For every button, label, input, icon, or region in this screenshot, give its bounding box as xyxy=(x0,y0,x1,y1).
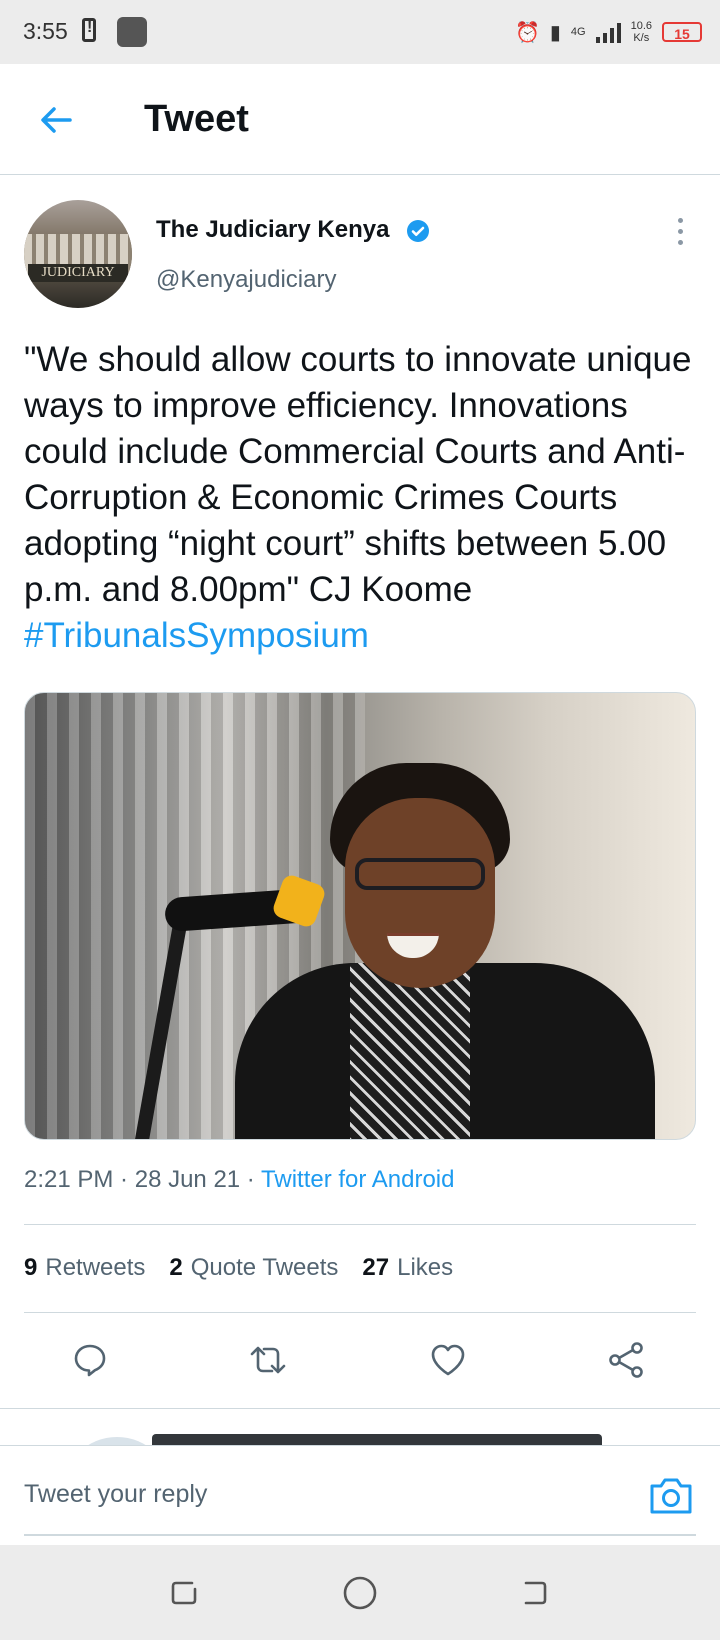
reply-input[interactable]: Tweet your reply xyxy=(24,1480,207,1509)
author-name[interactable]: The Judiciary Kenya xyxy=(156,216,389,244)
quotes-count: 2 xyxy=(169,1254,183,1281)
author-avatar[interactable]: JUDICIARY xyxy=(24,200,132,308)
tweet-meta: 2:21 PM · 28 Jun 21 · Twitter for Androi… xyxy=(24,1166,455,1193)
network-type: 4G xyxy=(570,26,586,38)
quotes-label: Quote Tweets xyxy=(190,1254,339,1281)
retweet-icon[interactable] xyxy=(248,1340,288,1380)
speed-unit: K/s xyxy=(633,32,650,44)
divider xyxy=(0,1408,720,1409)
likes-count: 27 xyxy=(362,1254,390,1281)
more-vertical-icon[interactable] xyxy=(670,218,690,248)
reply-underline xyxy=(24,1534,696,1536)
network-speed: 10.6 K/s xyxy=(631,20,652,44)
back-arrow-icon[interactable] xyxy=(36,100,76,140)
retweets-stat[interactable]: 9 Retweets xyxy=(24,1254,145,1282)
status-indicators: ⏰ ▮ 4G 10.6 K/s 15 xyxy=(515,14,702,50)
signal-icon xyxy=(595,21,621,43)
retweets-label: Retweets xyxy=(45,1254,146,1281)
divider xyxy=(24,1312,696,1313)
app-header: Tweet xyxy=(0,64,720,175)
status-bar: 3:55 ⏰ ▮ 4G 10.6K/s 15 xyxy=(0,0,720,64)
divider xyxy=(24,1224,696,1225)
status-time: 3:55 xyxy=(23,18,68,44)
author-handle[interactable]: @Kenyajudiciary xyxy=(156,266,336,294)
reply-icon[interactable] xyxy=(70,1340,110,1380)
tweet-text: "We should allow courts to innovate uniq… xyxy=(24,337,704,659)
hashtag-link[interactable]: #TribunalsSymposium xyxy=(24,616,369,655)
alarm-icon: ⏰ xyxy=(514,21,540,44)
retweets-count: 9 xyxy=(24,1254,38,1281)
likes-stat[interactable]: 27 Likes xyxy=(362,1254,453,1282)
likes-label: Likes xyxy=(397,1254,454,1281)
share-icon[interactable] xyxy=(606,1340,646,1380)
tweet-stats: 9 Retweets 2 Quote Tweets 27 Likes xyxy=(24,1254,453,1282)
verified-badge-icon xyxy=(406,219,430,243)
home-icon[interactable] xyxy=(342,1575,378,1611)
camera-icon[interactable] xyxy=(648,1474,694,1516)
back-nav-icon[interactable] xyxy=(518,1575,554,1611)
tweet-actions xyxy=(0,1318,720,1404)
speed-value: 10.6 xyxy=(630,20,652,32)
app-notification-icon xyxy=(117,17,147,47)
recents-icon[interactable] xyxy=(166,1575,202,1611)
avatar-sign: JUDICIARY xyxy=(28,264,128,282)
tweet-photo[interactable] xyxy=(24,692,696,1140)
reply-bar: Tweet your reply xyxy=(0,1445,720,1546)
battery-alert-icon xyxy=(82,18,96,42)
vibrate-icon: ▮ xyxy=(549,21,561,44)
tweet-source-link[interactable]: Twitter for Android xyxy=(261,1166,454,1193)
quotes-stat[interactable]: 2 Quote Tweets xyxy=(169,1254,338,1282)
tweet-date: 28 Jun 21 xyxy=(134,1166,241,1193)
like-icon[interactable] xyxy=(428,1340,468,1380)
next-reply-preview[interactable] xyxy=(0,1412,720,1446)
tweet-time: 2:21 PM xyxy=(24,1166,114,1193)
page-title: Tweet xyxy=(144,98,249,140)
system-nav-bar xyxy=(0,1545,720,1640)
battery-level: 15 xyxy=(662,22,702,42)
tweet-body: "We should allow courts to innovate uniq… xyxy=(24,340,692,609)
